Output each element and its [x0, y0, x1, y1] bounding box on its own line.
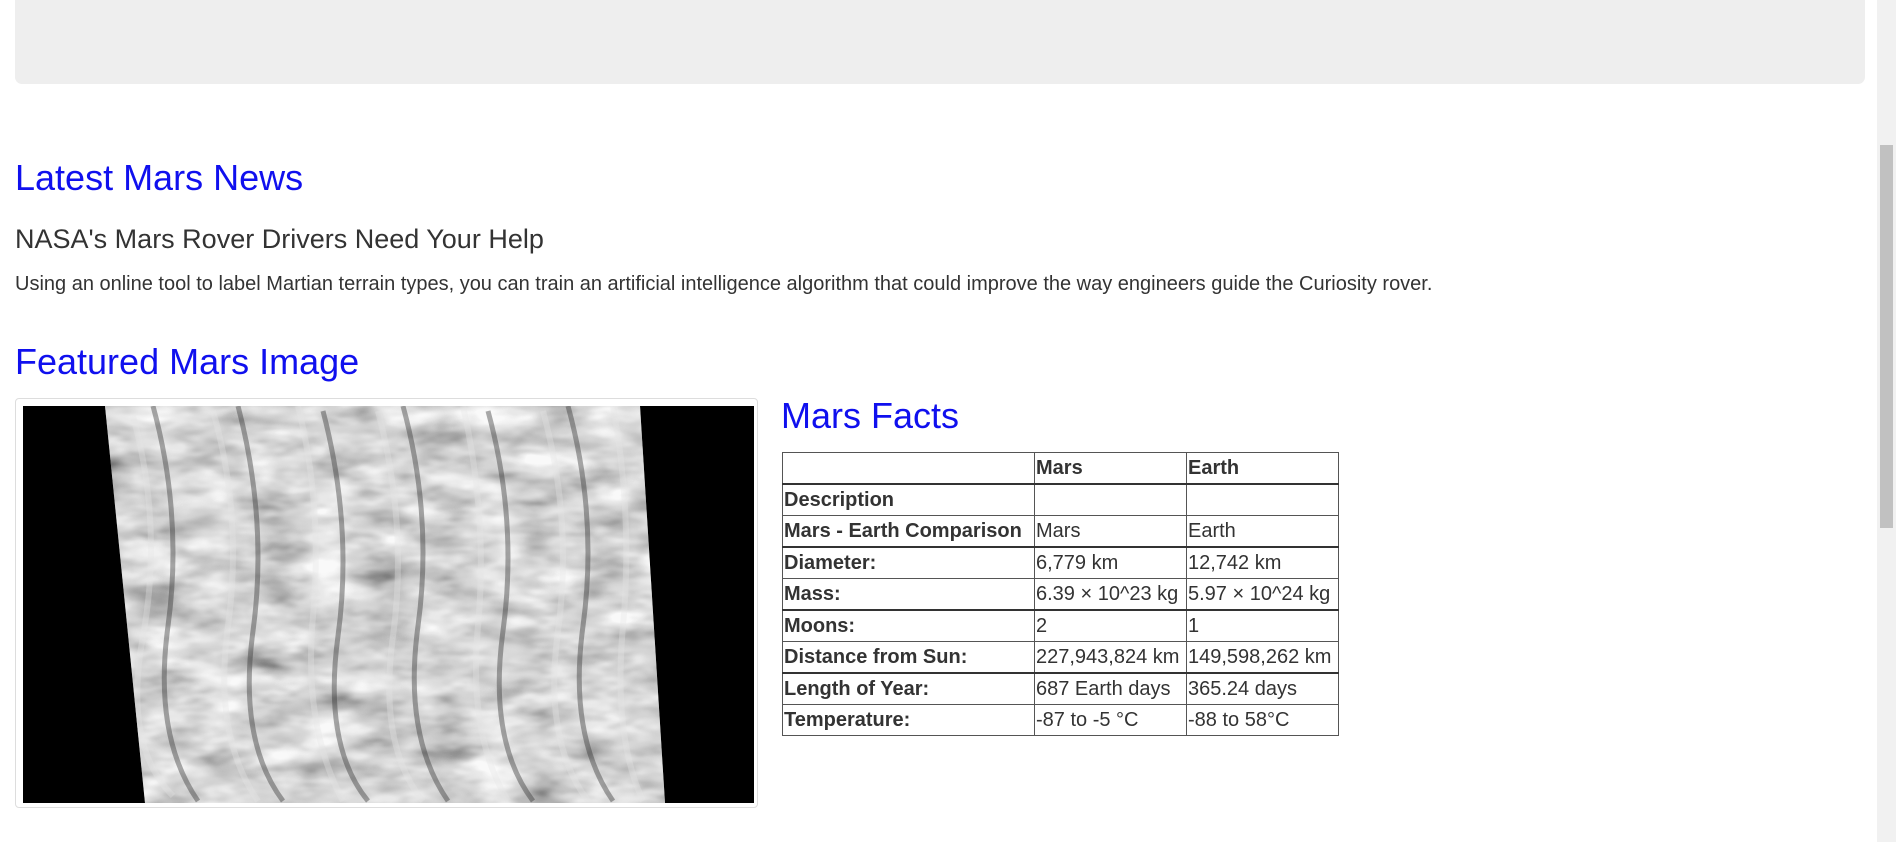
- row-label: Length of Year:: [782, 672, 1035, 705]
- earth-value: 149,598,262 km: [1186, 641, 1339, 674]
- earth-value: -88 to 58°C: [1186, 704, 1339, 736]
- table-row: Mars - Earth Comparison Mars Earth: [782, 515, 1339, 548]
- earth-value: [1186, 483, 1339, 516]
- row-label: Mars - Earth Comparison: [782, 515, 1035, 548]
- scrollbar-thumb[interactable]: [1880, 145, 1893, 528]
- mars-value: 2: [1034, 609, 1187, 642]
- featured-mars-image: [23, 406, 754, 803]
- mars-value: 687 Earth days: [1034, 672, 1187, 705]
- page: Latest Mars News NASA's Mars Rover Drive…: [0, 0, 1896, 842]
- earth-value: 5.97 × 10^24 kg: [1186, 578, 1339, 611]
- news-teaser: Using an online tool to label Martian te…: [15, 273, 1433, 295]
- row-label: Moons:: [782, 609, 1035, 642]
- table-row: Moons: 2 1: [782, 609, 1339, 642]
- mars-value: 6,779 km: [1034, 546, 1187, 579]
- table-row: Length of Year: 687 Earth days 365.24 da…: [782, 672, 1339, 705]
- row-label: Description: [782, 483, 1035, 516]
- mars-value: Mars: [1034, 515, 1187, 548]
- mars-facts-table: Mars Earth Description Mars - Earth Comp…: [782, 452, 1339, 736]
- table-row: Diameter: 6,779 km 12,742 km: [782, 546, 1339, 579]
- column-header-blank: [782, 452, 1035, 485]
- earth-value: 1: [1186, 609, 1339, 642]
- row-label: Mass:: [782, 578, 1035, 611]
- earth-value: 365.24 days: [1186, 672, 1339, 705]
- mars-value: [1034, 483, 1187, 516]
- column-header-earth: Earth: [1186, 452, 1339, 485]
- row-label: Diameter:: [782, 546, 1035, 579]
- column-header-mars: Mars: [1034, 452, 1187, 485]
- jumbotron: [15, 0, 1865, 84]
- earth-value: Earth: [1186, 515, 1339, 548]
- mars-facts-heading: Mars Facts: [781, 395, 960, 436]
- row-label: Temperature:: [782, 704, 1035, 736]
- latest-news-heading: Latest Mars News: [15, 157, 304, 198]
- mars-value: 6.39 × 10^23 kg: [1034, 578, 1187, 611]
- mars-value: 227,943,824 km: [1034, 641, 1187, 674]
- table-row: Distance from Sun: 227,943,824 km 149,59…: [782, 641, 1339, 674]
- news-title: NASA's Mars Rover Drivers Need Your Help: [15, 224, 544, 254]
- mars-value: -87 to -5 °C: [1034, 704, 1187, 736]
- featured-image-heading: Featured Mars Image: [15, 341, 360, 382]
- earth-value: 12,742 km: [1186, 546, 1339, 579]
- table-row: Description: [782, 483, 1339, 516]
- table-row: Mass: 6.39 × 10^23 kg 5.97 × 10^24 kg: [782, 578, 1339, 611]
- vertical-scrollbar[interactable]: [1877, 0, 1896, 842]
- row-label: Distance from Sun:: [782, 641, 1035, 674]
- mars-dunes-image: [23, 406, 754, 803]
- featured-image-frame: [15, 398, 758, 808]
- table-header-row: Mars Earth: [782, 452, 1339, 485]
- table-row: Temperature: -87 to -5 °C -88 to 58°C: [782, 704, 1339, 736]
